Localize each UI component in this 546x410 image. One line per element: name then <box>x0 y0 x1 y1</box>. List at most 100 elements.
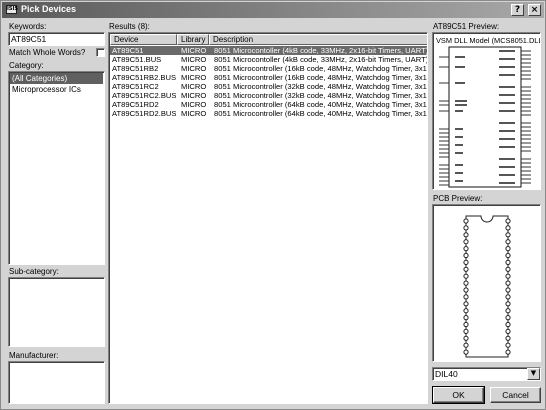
match-whole-words-checkbox[interactable] <box>96 48 105 57</box>
pcb-pad <box>463 328 469 335</box>
pcb-pad <box>463 218 469 224</box>
cell-description: 8051 Microcontroller (16kB code, 48MHz, … <box>214 73 428 82</box>
cell-description: 8051 Microcontoller (4kB code, 33MHz, 2x… <box>214 46 428 55</box>
title-bar: ISIS Pick Devices ? × <box>2 2 544 18</box>
pcb-preview <box>432 204 541 362</box>
table-row[interactable]: AT89C51RB2 MICRO 8051 Microcontroller (1… <box>110 64 428 73</box>
table-row[interactable]: AT89C51RC2.BUS MICRO 8051 Microcontrolle… <box>110 91 428 100</box>
subcategory-label: Sub-category: <box>9 267 59 276</box>
cell-device: AT89C51 <box>112 46 144 55</box>
table-row[interactable]: AT89C51 MICRO 8051 Microcontoller (4kB c… <box>110 46 428 55</box>
column-header-device[interactable]: Device <box>110 34 177 45</box>
manufacturer-label: Manufacturer: <box>9 351 59 360</box>
pcb-pad <box>463 252 469 259</box>
close-button[interactable]: × <box>528 4 541 16</box>
pcb-pad <box>505 280 511 286</box>
pcb-pad <box>505 232 511 238</box>
preview-label: AT89C51 Preview: <box>433 22 500 31</box>
pcb-pad <box>463 225 469 231</box>
cell-library: MICRO <box>181 82 207 91</box>
pick-devices-icon: ISIS <box>6 5 18 14</box>
table-row[interactable]: AT89C51.BUS MICRO 8051 Microcontoller (4… <box>110 55 428 64</box>
cancel-button[interactable]: Cancel <box>490 387 541 403</box>
cell-library: MICRO <box>181 91 207 100</box>
schematic-preview: VSM DLL Model (MCS8051.DLL <box>432 32 541 190</box>
cell-device: AT89C51RB2.BUS <box>112 73 176 82</box>
chevron-down-icon[interactable]: ▼ <box>527 368 540 380</box>
keywords-input[interactable]: AT89C51 <box>8 32 105 46</box>
pcb-pad <box>463 266 469 272</box>
pcb-pad <box>505 301 511 307</box>
match-whole-words-label: Match Whole Words? <box>9 48 86 57</box>
package-value: DIL40 <box>435 369 458 379</box>
pcb-pad <box>505 218 511 224</box>
cell-description: 8051 Microcontroller (32kB code, 48MHz, … <box>214 82 428 91</box>
pcb-pad <box>505 349 511 355</box>
pcb-pad <box>505 259 511 266</box>
table-row[interactable]: AT89C51RD2.BUS MICRO 8051 Microcontrolle… <box>110 109 428 118</box>
pcb-pad <box>505 308 511 314</box>
ok-button[interactable]: OK <box>432 386 485 404</box>
package-select[interactable]: DIL40 <box>432 367 541 381</box>
column-header-library[interactable]: Library <box>177 34 209 45</box>
pcb-pad <box>463 273 469 279</box>
help-button[interactable]: ? <box>511 4 524 16</box>
category-item-all[interactable]: (All Categories) <box>10 73 103 84</box>
table-row[interactable]: AT89C51RC2 MICRO 8051 Microcontroller (3… <box>110 82 428 91</box>
category-item-microprocessor-ics[interactable]: Microprocessor ICs <box>10 84 103 95</box>
table-row[interactable]: AT89C51RD2 MICRO 8051 Microcontroller (6… <box>110 100 427 109</box>
pcb-pad <box>463 280 469 286</box>
pcb-pad <box>463 294 469 300</box>
pcb-pad <box>463 335 469 341</box>
cell-description: 8051 Microcontroller (64kB code, 40MHz, … <box>214 109 428 118</box>
dil-footprint-icon <box>463 215 511 358</box>
pcb-pad <box>505 246 511 252</box>
column-header-description[interactable]: Description <box>209 34 427 45</box>
cell-description: 8051 Microcontoller (4kB code, 33MHz, 2x… <box>214 55 428 64</box>
cell-description: 8051 Microcontroller (16kB code, 48MHz, … <box>214 64 428 73</box>
keywords-label: Keywords: <box>9 22 47 31</box>
pcb-pad <box>505 294 511 300</box>
pcb-pad <box>505 266 511 272</box>
window-title: Pick Devices <box>21 4 77 14</box>
cell-device: AT89C51RD2 <box>112 100 159 109</box>
pcb-pad <box>463 287 469 293</box>
pcb-preview-label: PCB Preview: <box>433 194 483 203</box>
subcategory-list[interactable] <box>8 277 105 347</box>
pcb-pad <box>505 239 511 245</box>
pcb-pad <box>505 342 511 348</box>
cell-library: MICRO <box>181 73 207 82</box>
pcb-pad <box>463 349 469 355</box>
table-row[interactable]: AT89C51RB2.BUS MICRO 8051 Microcontrolle… <box>110 73 428 82</box>
pcb-pad <box>505 287 511 293</box>
results-label: Results (8): <box>109 22 150 31</box>
cell-device: AT89C51RC2.BUS <box>112 91 176 100</box>
cell-device: AT89C51.BUS <box>112 55 162 64</box>
cell-description: 8051 Microcontroller (32kB code, 48MHz, … <box>214 91 428 100</box>
pcb-pad <box>505 252 511 259</box>
results-table[interactable]: Device Library Description AT89C51 MICRO… <box>108 32 428 404</box>
cell-device: AT89C51RC2 <box>112 82 159 91</box>
cell-library: MICRO <box>181 109 207 118</box>
pcb-pad <box>463 246 469 252</box>
chip-schematic-icon <box>439 46 531 188</box>
pcb-pad <box>505 335 511 341</box>
cell-library: MICRO <box>181 46 207 55</box>
cell-device: AT89C51RB2 <box>112 64 159 73</box>
category-list[interactable]: (All Categories) Microprocessor ICs <box>8 71 105 265</box>
pcb-pad <box>463 239 469 245</box>
pcb-pad <box>463 301 469 307</box>
manufacturer-list[interactable] <box>8 361 105 404</box>
cell-library: MICRO <box>181 64 207 73</box>
pcb-pad <box>463 308 469 314</box>
category-label: Category: <box>9 61 44 70</box>
cell-device: AT89C51RD2.BUS <box>112 109 176 118</box>
pcb-pad <box>463 259 469 266</box>
pcb-pad <box>463 321 469 328</box>
cell-library: MICRO <box>181 100 207 109</box>
pcb-pad <box>505 273 511 279</box>
pcb-pad <box>463 342 469 348</box>
pcb-pad <box>505 225 511 231</box>
pcb-pad <box>463 315 469 321</box>
pcb-pad <box>463 232 469 238</box>
